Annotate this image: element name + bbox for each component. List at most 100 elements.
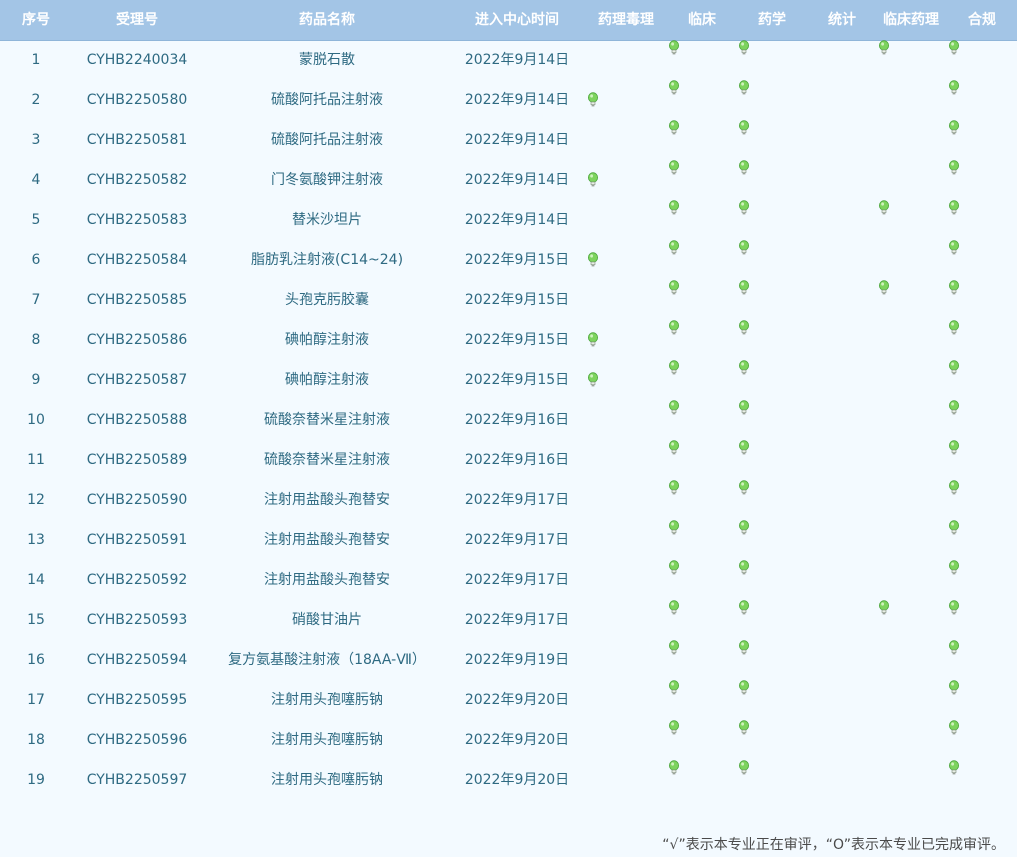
cell-drug-name: 复方氨基酸注射液（18AA-Ⅶ） (228, 652, 426, 668)
cell-entry-time: 2022年9月14日 (464, 172, 570, 188)
lightbulb-icon (587, 92, 599, 108)
lightbulb-icon (668, 440, 680, 456)
cell-acceptance-no: CYHB2250583 (86, 212, 188, 228)
cell-drug-name: 硫酸阿托品注射液 (271, 92, 383, 108)
cell-seq: 17 (27, 692, 45, 708)
lightbulb-icon (948, 440, 960, 456)
cell-entry-time: 2022年9月17日 (464, 532, 570, 548)
cell-acceptance-no: CYHB2250589 (86, 452, 188, 468)
cell-drug-name: 注射用头孢噻肟钠 (271, 732, 383, 748)
cell-drug-name: 门冬氨酸钾注射液 (271, 172, 383, 188)
cell-seq: 5 (31, 212, 41, 228)
cell-seq: 4 (31, 172, 41, 188)
cell-seq: 11 (27, 452, 45, 468)
cell-seq: 3 (31, 132, 41, 148)
lightbulb-icon (948, 560, 960, 576)
cell-seq: 13 (27, 532, 45, 548)
lightbulb-icon (668, 760, 680, 776)
lightbulb-icon (738, 200, 750, 216)
lightbulb-icon (948, 720, 960, 736)
cell-seq: 16 (27, 652, 45, 668)
cell-acceptance-no: CYHB2250592 (86, 572, 188, 588)
cell-acceptance-no: CYHB2250595 (86, 692, 188, 708)
cell-drug-name: 硫酸奈替米星注射液 (264, 412, 390, 428)
lightbulb-icon (587, 332, 599, 348)
cell-entry-time: 2022年9月17日 (464, 492, 570, 508)
table-row: 2 CYHB2250580 硫酸阿托品注射液 2022年9月14日 (0, 80, 1017, 120)
lightbulb-icon (738, 320, 750, 336)
cell-entry-time: 2022年9月14日 (464, 132, 570, 148)
table-row: 5 CYHB2250583 替米沙坦片 2022年9月14日 (0, 200, 1017, 240)
cell-drug-name: 注射用盐酸头孢替安 (264, 532, 390, 548)
cell-drug-name: 注射用盐酸头孢替安 (264, 492, 390, 508)
cell-acceptance-no: CYHB2250590 (86, 492, 188, 508)
lightbulb-icon (668, 80, 680, 96)
lightbulb-icon (878, 280, 890, 296)
lightbulb-icon (668, 400, 680, 416)
cell-acceptance-no: CYHB2250586 (86, 332, 188, 348)
cell-drug-name: 碘帕醇注射液 (285, 372, 369, 388)
cell-drug-name: 替米沙坦片 (292, 212, 362, 228)
header-clin-pharm: 临床药理 (883, 12, 939, 28)
lightbulb-icon (738, 640, 750, 656)
cell-acceptance-no: CYHB2250588 (86, 412, 188, 428)
cell-seq: 14 (27, 572, 45, 588)
cell-entry-time: 2022年9月17日 (464, 572, 570, 588)
cell-seq: 12 (27, 492, 45, 508)
lightbulb-icon (668, 320, 680, 336)
lightbulb-icon (948, 160, 960, 176)
lightbulb-icon (738, 480, 750, 496)
lightbulb-icon (587, 252, 599, 268)
cell-acceptance-no: CYHB2250596 (86, 732, 188, 748)
lightbulb-icon (668, 720, 680, 736)
cell-acceptance-no: CYHB2240034 (86, 52, 188, 68)
lightbulb-icon (738, 120, 750, 136)
lightbulb-icon (668, 680, 680, 696)
lightbulb-icon (668, 160, 680, 176)
lightbulb-icon (668, 40, 680, 56)
lightbulb-icon (668, 280, 680, 296)
cell-entry-time: 2022年9月15日 (464, 372, 570, 388)
header-compliance: 合规 (968, 12, 996, 28)
lightbulb-icon (948, 200, 960, 216)
table-row: 14 CYHB2250592 注射用盐酸头孢替安 2022年9月17日 (0, 560, 1017, 600)
lightbulb-icon (948, 280, 960, 296)
lightbulb-icon (738, 280, 750, 296)
lightbulb-icon (738, 440, 750, 456)
cell-drug-name: 头孢克肟胶囊 (285, 292, 369, 308)
lightbulb-icon (948, 600, 960, 616)
cell-entry-time: 2022年9月20日 (464, 732, 570, 748)
lightbulb-icon (738, 720, 750, 736)
lightbulb-icon (878, 600, 890, 616)
header-acceptance-no: 受理号 (116, 12, 158, 28)
cell-seq: 18 (27, 732, 45, 748)
table-row: 11 CYHB2250589 硫酸奈替米星注射液 2022年9月16日 (0, 440, 1017, 480)
cell-seq: 15 (27, 612, 45, 628)
legend-note: “√”表示本专业正在审评，“O”表示本专业已完成审评。 (662, 837, 1005, 853)
lightbulb-icon (948, 760, 960, 776)
lightbulb-icon (738, 360, 750, 376)
cell-entry-time: 2022年9月14日 (464, 52, 570, 68)
table-row: 10 CYHB2250588 硫酸奈替米星注射液 2022年9月16日 (0, 400, 1017, 440)
cell-seq: 2 (31, 92, 41, 108)
header-clinical: 临床 (688, 12, 716, 28)
table-row: 15 CYHB2250593 硝酸甘油片 2022年9月17日 (0, 600, 1017, 640)
cell-entry-time: 2022年9月15日 (464, 332, 570, 348)
lightbulb-icon (948, 320, 960, 336)
header-entry-time: 进入中心时间 (475, 12, 559, 28)
table-row: 19 CYHB2250597 注射用头孢噻肟钠 2022年9月20日 (0, 760, 1017, 800)
cell-drug-name: 硝酸甘油片 (292, 612, 362, 628)
cell-entry-time: 2022年9月16日 (464, 452, 570, 468)
table-row: 9 CYHB2250587 碘帕醇注射液 2022年9月15日 (0, 360, 1017, 400)
cell-acceptance-no: CYHB2250597 (86, 772, 188, 788)
lightbulb-icon (948, 40, 960, 56)
lightbulb-icon (668, 480, 680, 496)
table-row: 13 CYHB2250591 注射用盐酸头孢替安 2022年9月17日 (0, 520, 1017, 560)
cell-entry-time: 2022年9月19日 (464, 652, 570, 668)
table-row: 18 CYHB2250596 注射用头孢噻肟钠 2022年9月20日 (0, 720, 1017, 760)
table-row: 8 CYHB2250586 碘帕醇注射液 2022年9月15日 (0, 320, 1017, 360)
lightbulb-icon (738, 560, 750, 576)
cell-seq: 7 (31, 292, 41, 308)
cell-drug-name: 硫酸奈替米星注射液 (264, 452, 390, 468)
lightbulb-icon (668, 640, 680, 656)
